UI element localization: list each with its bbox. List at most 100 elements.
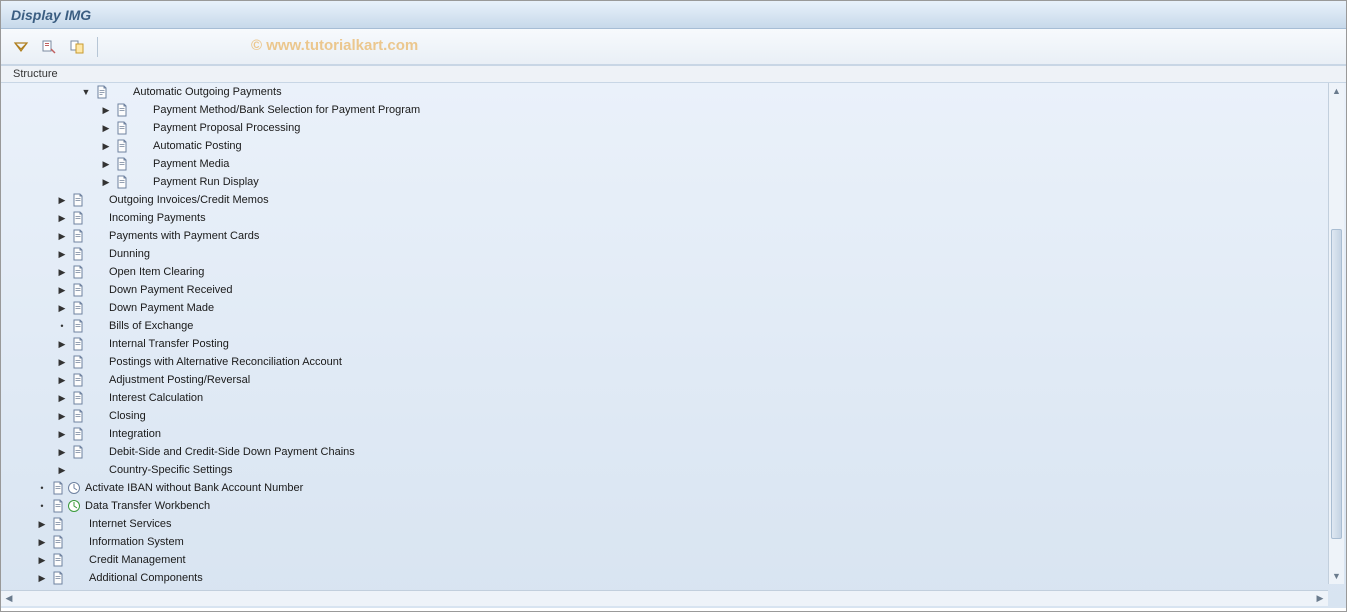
- document-icon[interactable]: [115, 139, 129, 153]
- tree-node[interactable]: • Data Transfer Workbench: [1, 497, 1319, 515]
- document-icon[interactable]: [115, 157, 129, 171]
- tree-node[interactable]: ▶Credit Management: [1, 551, 1319, 569]
- document-icon[interactable]: [51, 499, 65, 513]
- tree-node[interactable]: • Activate IBAN without Bank Account Num…: [1, 479, 1319, 497]
- tree-node[interactable]: ▶ Automatic Posting: [1, 137, 1319, 155]
- document-icon[interactable]: [71, 391, 85, 405]
- tree-node[interactable]: ▶Country-Specific Settings: [1, 461, 1319, 479]
- expand-icon[interactable]: ▶: [57, 339, 67, 349]
- tree-node[interactable]: ▶Integration: [1, 425, 1319, 443]
- expand-icon[interactable]: ▶: [57, 357, 67, 367]
- tree[interactable]: ▼ Automatic Outgoing Payments ▶ Payment …: [1, 83, 1319, 587]
- tree-node[interactable]: ▶Outgoing Invoices/Credit Memos: [1, 191, 1319, 209]
- scrollbar-thumb[interactable]: [1331, 229, 1342, 539]
- document-icon[interactable]: [51, 571, 65, 585]
- document-icon[interactable]: [115, 175, 129, 189]
- icon-spacer: [111, 85, 125, 99]
- expand-icon[interactable]: ▶: [37, 555, 47, 565]
- tree-node[interactable]: ▶Down Payment Made: [1, 299, 1319, 317]
- document-icon[interactable]: [71, 445, 85, 459]
- document-icon[interactable]: [115, 121, 129, 135]
- tree-node[interactable]: ▶ Payment Method/Bank Selection for Paym…: [1, 101, 1319, 119]
- scrollbar-track[interactable]: [1329, 99, 1344, 568]
- tree-node[interactable]: ▶Internet Services: [1, 515, 1319, 533]
- tree-node[interactable]: ▶Interest Calculation: [1, 389, 1319, 407]
- icon-spacer: [71, 463, 85, 477]
- execute-activity-icon[interactable]: [67, 481, 81, 495]
- tree-node[interactable]: ▶Adjustment Posting/Reversal: [1, 371, 1319, 389]
- scroll-left-icon[interactable]: ◀: [1, 593, 17, 604]
- tree-node-expanded[interactable]: ▼ Automatic Outgoing Payments: [1, 83, 1319, 101]
- collapse-icon[interactable]: ▼: [81, 87, 91, 97]
- document-icon[interactable]: [51, 517, 65, 531]
- tree-node[interactable]: ▶Postings with Alternative Reconciliatio…: [1, 353, 1319, 371]
- tree-node[interactable]: ▶Closing: [1, 407, 1319, 425]
- document-icon[interactable]: [71, 229, 85, 243]
- expand-icon[interactable]: ▶: [101, 105, 111, 115]
- tree-node[interactable]: ▶Internal Transfer Posting: [1, 335, 1319, 353]
- icon-spacer: [87, 211, 101, 225]
- document-icon[interactable]: [71, 409, 85, 423]
- expand-icon[interactable]: ▶: [57, 447, 67, 457]
- tree-node[interactable]: ▶ Payment Proposal Processing: [1, 119, 1319, 137]
- expand-icon[interactable]: ▶: [101, 177, 111, 187]
- expand-icon[interactable]: ▶: [57, 267, 67, 277]
- execute-activity-icon[interactable]: [67, 499, 81, 513]
- document-icon[interactable]: [115, 103, 129, 117]
- tree-node[interactable]: ▶Information System: [1, 533, 1319, 551]
- document-icon[interactable]: [51, 481, 65, 495]
- tree-horizontal-scrollbar[interactable]: ◀ ▶: [1, 590, 1328, 606]
- expand-icon[interactable]: ▶: [57, 375, 67, 385]
- tree-node[interactable]: •Bills of Exchange: [1, 317, 1319, 335]
- document-icon[interactable]: [71, 211, 85, 225]
- expand-icon[interactable]: ▶: [37, 519, 47, 529]
- tree-node[interactable]: ▶Down Payment Received: [1, 281, 1319, 299]
- document-icon[interactable]: [51, 553, 65, 567]
- tree-node[interactable]: ▶ Payment Run Display: [1, 173, 1319, 191]
- document-icon[interactable]: [71, 193, 85, 207]
- document-icon[interactable]: [71, 337, 85, 351]
- expand-icon[interactable]: ▶: [57, 393, 67, 403]
- tree-node-label: Bills of Exchange: [103, 320, 193, 332]
- tree-node[interactable]: ▶Open Item Clearing: [1, 263, 1319, 281]
- tree-node[interactable]: ▶Debit-Side and Credit-Side Down Payment…: [1, 443, 1319, 461]
- expand-icon[interactable]: ▶: [101, 141, 111, 151]
- existing-bc-sets-icon[interactable]: [67, 37, 87, 57]
- document-icon[interactable]: [71, 427, 85, 441]
- scroll-up-icon[interactable]: ▲: [1329, 83, 1344, 99]
- tree-node-label: Additional Components: [83, 572, 203, 584]
- find-icon[interactable]: [39, 37, 59, 57]
- tree-node[interactable]: ▶Payments with Payment Cards: [1, 227, 1319, 245]
- expand-icon[interactable]: ▶: [101, 123, 111, 133]
- scroll-down-icon[interactable]: ▼: [1329, 568, 1344, 584]
- expand-icon[interactable]: ▶: [57, 213, 67, 223]
- structure-column-header: Structure: [1, 65, 1346, 83]
- expand-all-icon[interactable]: [11, 37, 31, 57]
- document-icon[interactable]: [71, 265, 85, 279]
- expand-icon[interactable]: ▶: [57, 465, 67, 475]
- expand-icon[interactable]: ▶: [101, 159, 111, 169]
- document-icon[interactable]: [71, 247, 85, 261]
- tree-node[interactable]: ▶ Payment Media: [1, 155, 1319, 173]
- expand-icon[interactable]: ▶: [57, 231, 67, 241]
- document-icon[interactable]: [71, 283, 85, 297]
- tree-node[interactable]: ▶ Additional Components: [1, 569, 1319, 587]
- document-icon[interactable]: [71, 319, 85, 333]
- expand-icon[interactable]: ▶: [37, 573, 47, 583]
- document-icon[interactable]: [71, 373, 85, 387]
- document-icon[interactable]: [71, 355, 85, 369]
- expand-icon[interactable]: ▶: [37, 537, 47, 547]
- tree-vertical-scrollbar[interactable]: ▲ ▼: [1328, 83, 1344, 584]
- tree-node[interactable]: ▶Incoming Payments: [1, 209, 1319, 227]
- document-icon[interactable]: [71, 301, 85, 315]
- expand-icon[interactable]: ▶: [57, 429, 67, 439]
- expand-icon[interactable]: ▶: [57, 411, 67, 421]
- expand-icon[interactable]: ▶: [57, 285, 67, 295]
- document-icon[interactable]: [51, 535, 65, 549]
- expand-icon[interactable]: ▶: [57, 249, 67, 259]
- expand-icon[interactable]: ▶: [57, 303, 67, 313]
- tree-node[interactable]: ▶Dunning: [1, 245, 1319, 263]
- expand-icon[interactable]: ▶: [57, 195, 67, 205]
- scroll-right-icon[interactable]: ▶: [1312, 593, 1328, 604]
- document-icon[interactable]: [95, 85, 109, 99]
